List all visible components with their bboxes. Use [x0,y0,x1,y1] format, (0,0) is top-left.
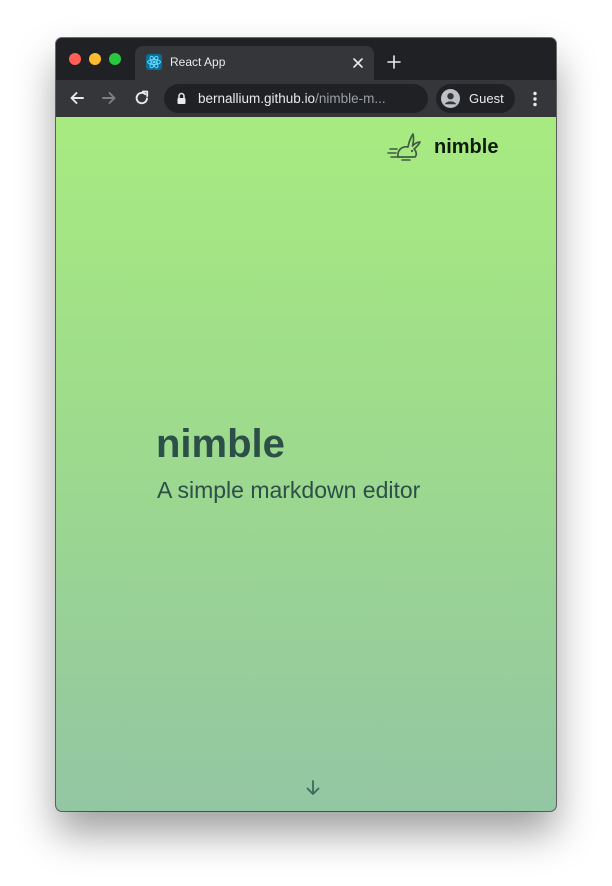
window-minimize-button[interactable] [89,53,101,65]
back-icon[interactable] [68,89,86,107]
tab-title: React App [170,55,226,69]
plus-icon[interactable] [387,55,401,69]
forward-icon[interactable] [100,89,118,107]
react-favicon-icon [146,54,162,70]
hero-title: nimble [156,422,285,466]
rabbit-logo-icon [387,132,423,162]
reload-icon[interactable] [133,89,151,107]
url-host: bernallium.github.io [198,91,316,106]
url-path: /nimble-m... [315,91,386,106]
window-close-button[interactable] [69,53,81,65]
close-icon[interactable] [352,56,364,68]
brand-name: nimble [434,136,499,158]
arrow-down-icon[interactable] [305,779,321,797]
hero-subtitle: A simple markdown editor [157,477,421,503]
lock-icon[interactable] [176,92,187,105]
page-viewport: nimble nimble A simple markdown editor [56,117,556,811]
profile-label: Guest [469,91,504,106]
url-text: bernallium.github.io/nimble-m... [198,91,418,106]
profile-icon [441,89,460,108]
tab-strip: React App [56,38,556,80]
tab-react-app[interactable]: React App [135,46,374,80]
browser-window: React App bernallium.github.io/nimble-m.… [56,38,556,811]
window-maximize-button[interactable] [109,53,121,65]
address-bar[interactable]: bernallium.github.io/nimble-m... [164,84,428,113]
more-menu-icon[interactable] [526,90,544,108]
profile-button[interactable]: Guest [436,84,515,113]
browser-toolbar: bernallium.github.io/nimble-m... Guest [56,80,556,117]
